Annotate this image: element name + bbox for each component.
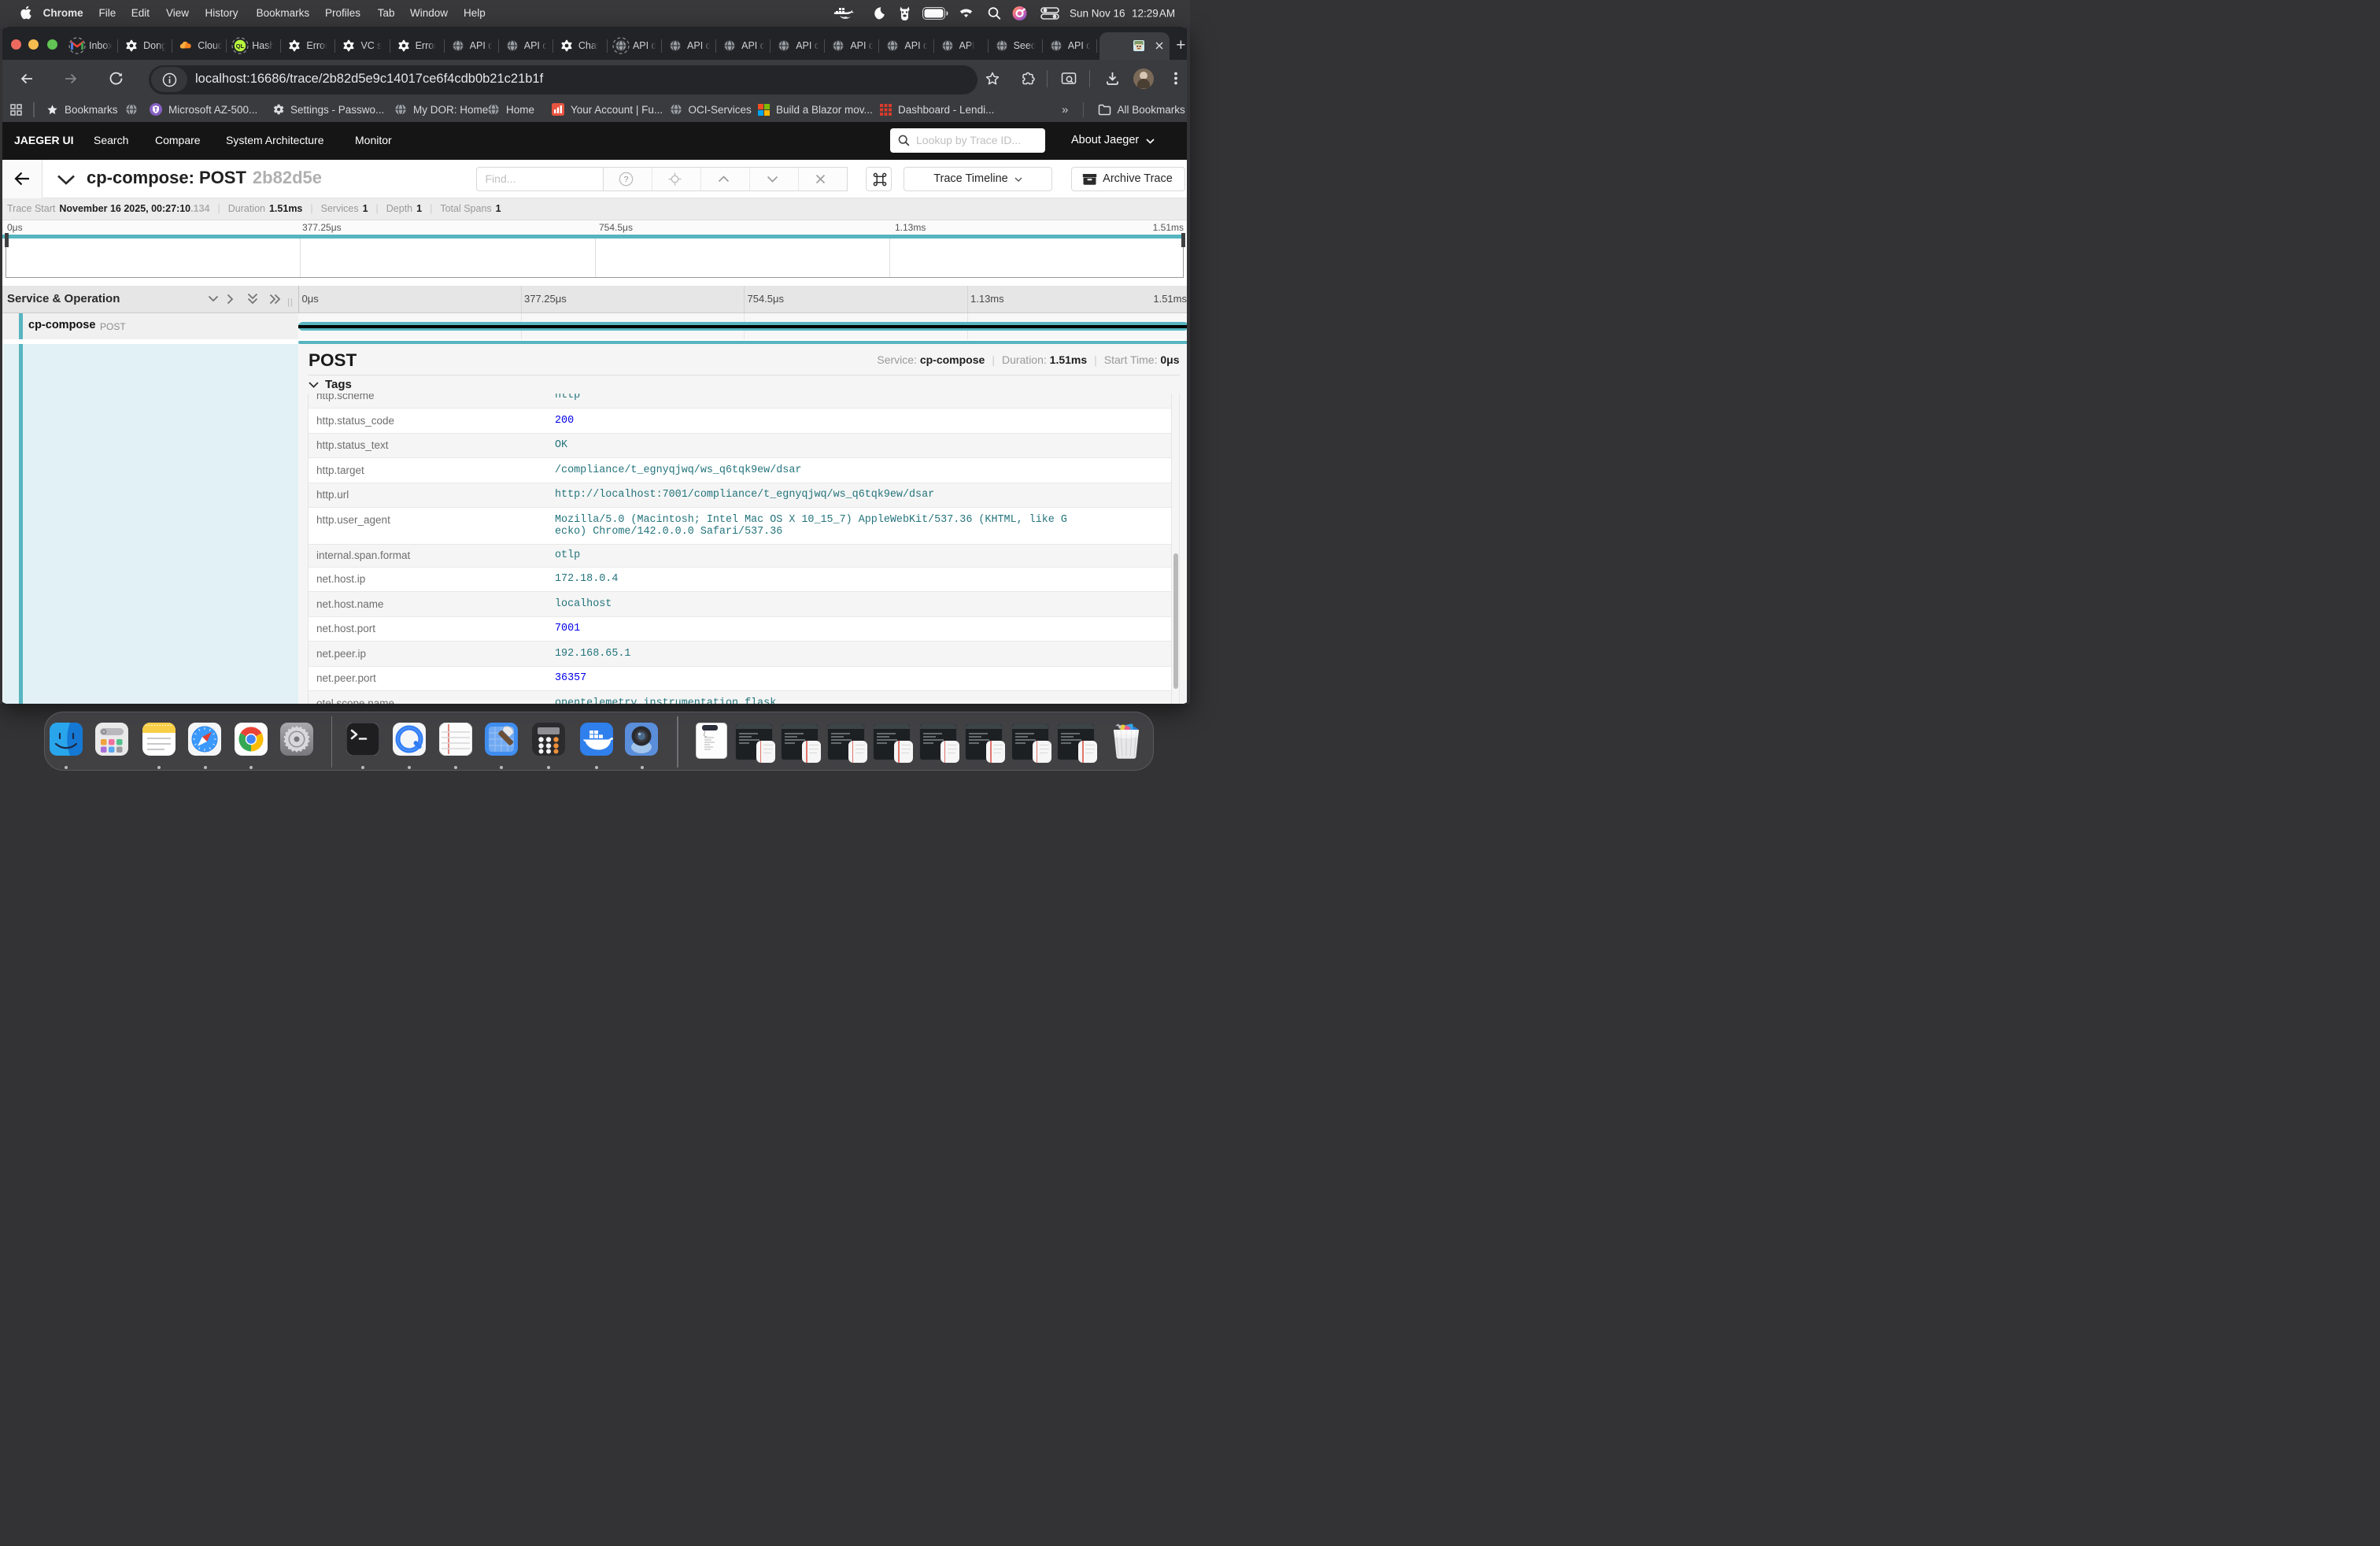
svg-text:?: ? <box>624 175 629 184</box>
svg-text:QL: QL <box>236 43 245 50</box>
